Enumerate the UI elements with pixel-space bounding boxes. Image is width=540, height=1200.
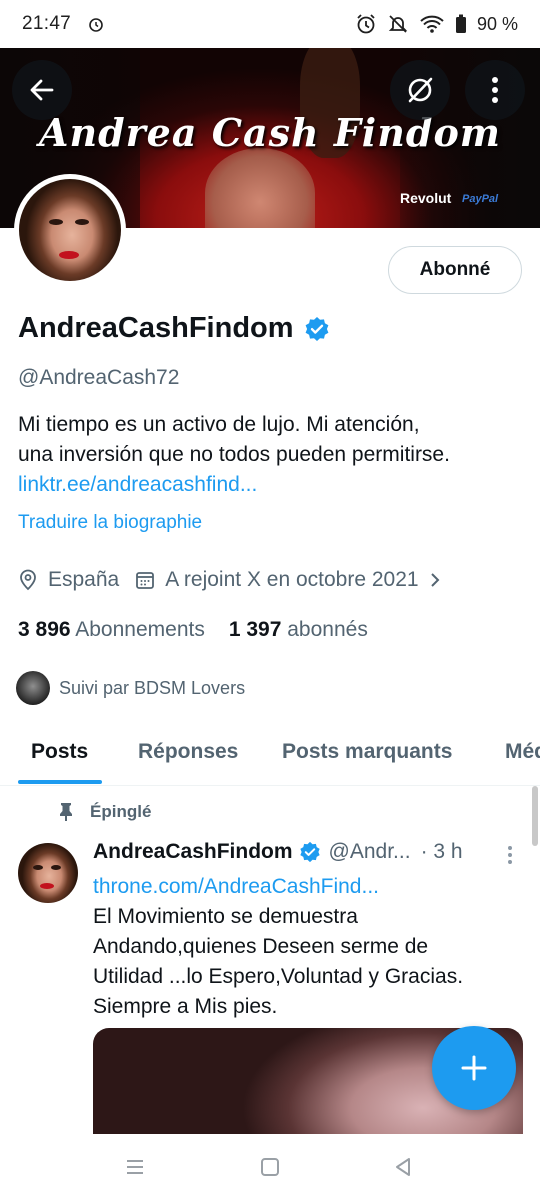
home-icon	[261, 1158, 279, 1176]
active-tab-indicator	[18, 780, 102, 784]
following-label: Abonnements	[75, 618, 205, 641]
profile-avatar[interactable]	[14, 174, 126, 286]
post-text: throne.com/AndreaCashFind... El Movimien…	[93, 872, 523, 1022]
post-line: Andando,quienes Deseen serme de	[93, 935, 429, 958]
followers-label: abonnés	[287, 618, 368, 641]
post-link[interactable]: throne.com/AndreaCashFind...	[93, 872, 523, 902]
battery-icon	[455, 14, 466, 33]
more-options-button[interactable]	[465, 60, 525, 120]
calendar-icon	[136, 572, 155, 589]
following-button[interactable]: Abonné	[388, 246, 522, 294]
grok-icon	[408, 77, 433, 103]
post-author-handle[interactable]: @Andr...	[329, 840, 411, 864]
scrollbar[interactable]	[532, 786, 538, 846]
post-line: Utilidad ...lo Espero,Voluntad y Gracias…	[93, 965, 464, 988]
tab-media[interactable]: Médias	[505, 740, 540, 764]
join-date[interactable]: A rejoint X en octobre 2021	[135, 568, 440, 592]
followed-by[interactable]: Suivi par BDSM Lovers	[16, 671, 245, 705]
location-text: España	[48, 568, 120, 591]
post-author-name[interactable]: AndreaCashFindom	[93, 840, 293, 864]
bio-link[interactable]: linktr.ee/andreacashfind...	[18, 470, 528, 500]
profile-meta: España A rejoint X en octobre 2021	[18, 568, 441, 592]
back-nav-button[interactable]	[388, 1154, 418, 1180]
banner-brand-paypal: PayPal	[462, 193, 499, 205]
followers-stat[interactable]: 1 397 abonnés	[229, 618, 368, 642]
post-timestamp[interactable]: · 3 h	[421, 840, 463, 864]
home-button[interactable]	[255, 1154, 285, 1180]
profile-name-row: AndreaCashFindom	[18, 312, 330, 345]
wifi-icon	[420, 15, 444, 33]
profile-tabs: Posts Réponses Posts marquants Médias	[0, 722, 540, 786]
banner-photo-detail	[205, 148, 315, 228]
pinned-indicator: Épinglé	[58, 802, 151, 822]
banner-title: Andrea Cash Findom	[38, 110, 501, 155]
status-time: 21:47	[22, 13, 72, 34]
grok-button[interactable]	[390, 60, 450, 120]
banner-brand-revolut: Revolut	[400, 190, 452, 206]
more-icon	[508, 846, 512, 864]
followed-by-text: Suivi par BDSM Lovers	[59, 677, 246, 698]
back-triangle-icon	[396, 1158, 410, 1176]
profile-handle: @AndreaCash72	[18, 366, 180, 389]
profile-name: AndreaCashFindom	[18, 312, 294, 344]
avatar	[16, 671, 50, 705]
follow-stats: 3 896 Abonnements 1 397 abonnés	[18, 618, 368, 642]
profile-bio: Mi tiempo es un activo de lujo. Mi atenc…	[18, 410, 528, 500]
tab-highlights[interactable]: Posts marquants	[282, 740, 452, 764]
recents-icon	[127, 1160, 143, 1174]
pinned-label: Épinglé	[90, 802, 152, 821]
compose-post-button[interactable]	[432, 1026, 516, 1110]
join-date-text: A rejoint X en octobre 2021	[165, 568, 419, 591]
location: España	[18, 568, 119, 592]
post-avatar[interactable]	[18, 843, 78, 903]
verified-icon	[299, 841, 320, 863]
back-arrow-icon	[30, 79, 54, 101]
plus-icon	[461, 1055, 487, 1081]
recents-button[interactable]	[120, 1154, 150, 1180]
post-line: El Movimiento se demuestra	[93, 905, 358, 928]
pin-icon	[60, 803, 72, 821]
bio-line: una inversión que no todos pueden permit…	[18, 443, 450, 466]
following-stat[interactable]: 3 896 Abonnements	[18, 618, 205, 642]
chevron-right-icon	[430, 573, 439, 587]
status-bar: 21:47 90 %	[0, 0, 540, 48]
following-count: 3 896	[18, 618, 71, 641]
location-icon	[20, 569, 36, 591]
bio-line: Mi tiempo es un activo de lujo. Mi atenc…	[18, 413, 420, 436]
post-header: AndreaCashFindom @Andr... · 3 h	[93, 840, 523, 864]
battery-percent: 90 %	[476, 13, 518, 34]
verified-icon[interactable]	[304, 316, 330, 342]
alarm-icon	[89, 18, 103, 32]
followers-count: 1 397	[228, 618, 282, 641]
system-nav-bar	[0, 1134, 540, 1200]
back-button[interactable]	[12, 60, 72, 120]
post-line: Siempre a Mis pies.	[93, 995, 278, 1018]
mute-icon	[388, 15, 408, 33]
tab-replies[interactable]: Réponses	[138, 740, 238, 764]
alarm-icon	[357, 14, 375, 34]
more-icon	[492, 77, 498, 103]
post-more-button[interactable]	[500, 843, 520, 867]
translate-bio-link[interactable]: Traduire la biographie	[18, 512, 202, 534]
tab-posts[interactable]: Posts	[31, 740, 88, 764]
